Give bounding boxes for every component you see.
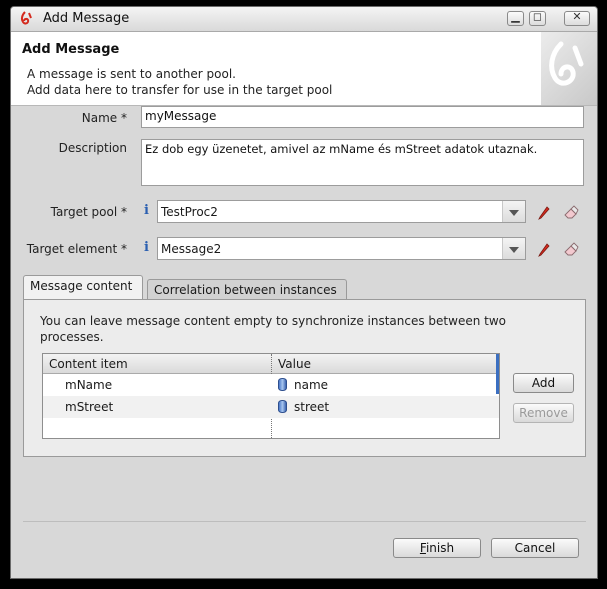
target-element-label: Target element *	[26, 242, 127, 256]
add-button[interactable]: Add	[513, 373, 574, 393]
eraser-icon[interactable]	[563, 204, 579, 220]
finish-button[interactable]: Finish	[393, 538, 481, 558]
content-table[interactable]: Content item Value mName name mStreet st…	[42, 353, 500, 439]
target-pool-label: Target pool *	[50, 205, 127, 219]
bonita-logo-icon	[549, 41, 584, 86]
data-cylinder-icon	[278, 400, 287, 413]
close-icon: ✕	[572, 10, 582, 23]
data-cylinder-icon	[278, 378, 287, 391]
value-cell: name	[294, 378, 329, 392]
table-row[interactable]: mName name	[43, 374, 499, 396]
info-icon: i	[144, 240, 149, 255]
content-item-cell: mStreet	[65, 400, 114, 414]
minimize-button[interactable]: ▁	[507, 10, 524, 26]
description-label: Description	[58, 141, 127, 155]
header-description-line1: A message is sent to another pool.	[27, 67, 236, 81]
title-bar[interactable]: Add Message ▁ ◻ ✕	[11, 7, 597, 32]
info-icon: i	[144, 203, 149, 218]
panel-help-text: You can leave message content empty to s…	[40, 314, 506, 344]
eraser-icon[interactable]	[563, 241, 579, 257]
target-pool-select[interactable]: TestProc2	[157, 200, 526, 223]
value-cell: street	[294, 400, 330, 414]
tab-correlation[interactable]: Correlation between instances	[147, 279, 347, 301]
finish-label: inish	[425, 541, 455, 555]
minimize-icon: ▁	[511, 10, 520, 23]
chevron-down-icon[interactable]	[502, 238, 525, 259]
dialog-header: Add Message A message is sent to another…	[11, 32, 597, 106]
chevron-down-icon[interactable]	[502, 201, 525, 222]
maximize-button[interactable]: ◻	[529, 10, 546, 26]
table-scroll-indicator[interactable]	[496, 354, 499, 394]
message-content-panel: You can leave message content empty to s…	[23, 299, 586, 457]
target-element-value: Message2	[161, 242, 222, 256]
name-input[interactable]: myMessage	[141, 106, 584, 128]
header-title: Add Message	[22, 42, 120, 57]
target-element-select[interactable]: Message2	[157, 237, 526, 260]
tab-message-content[interactable]: Message content	[23, 275, 143, 299]
description-textarea[interactable]: Ez dob egy üzenetet, amivel az mName és …	[141, 139, 584, 186]
header-logo	[541, 32, 597, 105]
target-pool-value: TestProc2	[161, 205, 218, 219]
app-logo-icon	[20, 11, 32, 25]
dialog-window: Add Message ▁ ◻ ✕ Add Message A message …	[10, 6, 598, 579]
edit-pencil-icon[interactable]	[536, 204, 552, 220]
close-button[interactable]: ✕	[564, 10, 590, 26]
maximize-icon: ◻	[532, 10, 543, 23]
edit-pencil-icon[interactable]	[536, 241, 552, 257]
table-row[interactable]: mStreet street	[43, 396, 499, 418]
window-title: Add Message	[43, 11, 130, 26]
cancel-button[interactable]: Cancel	[491, 538, 579, 558]
name-label: Name *	[81, 111, 127, 125]
footer-separator	[23, 521, 586, 522]
header-description: A message is sent to another pool. Add d…	[27, 66, 332, 98]
content-item-cell: mName	[65, 378, 113, 392]
remove-button[interactable]: Remove	[513, 403, 574, 423]
column-header-value[interactable]: Value	[278, 357, 311, 371]
header-description-line2: Add data here to transfer for use in the…	[27, 83, 333, 97]
column-header-content-item[interactable]: Content item	[49, 357, 128, 371]
